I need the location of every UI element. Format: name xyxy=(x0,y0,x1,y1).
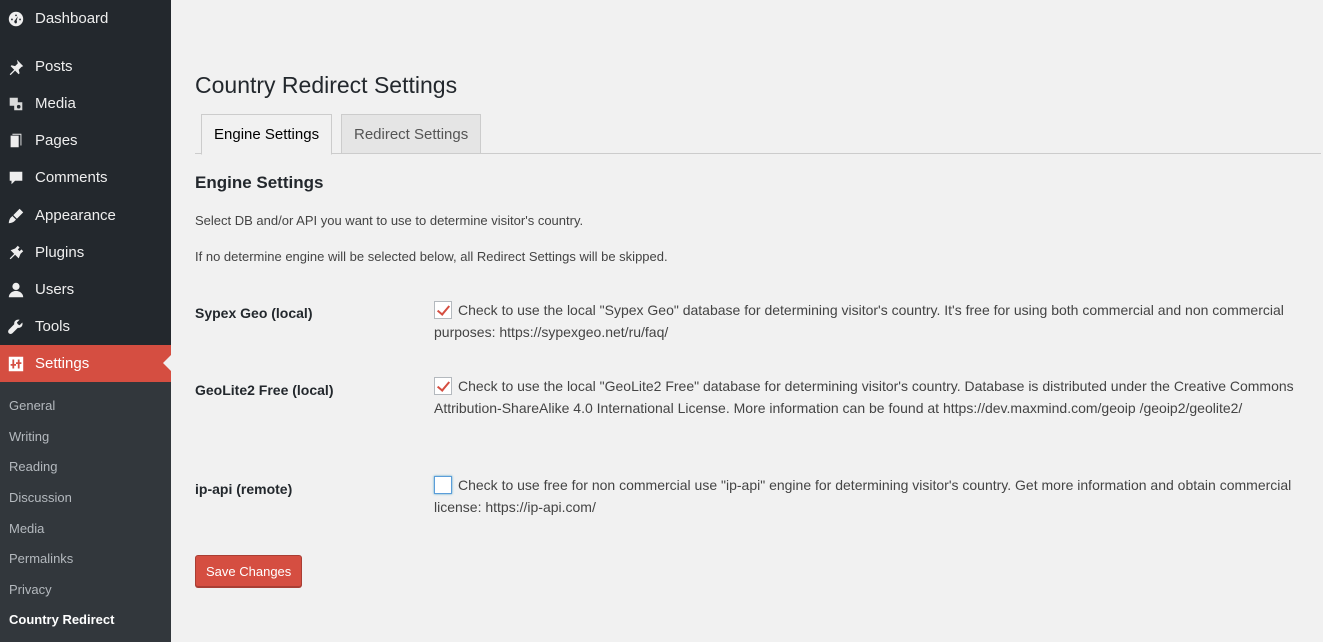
settings-submenu: General Writing Reading Discussion Media… xyxy=(0,382,171,642)
submenu-item-writing[interactable]: Writing xyxy=(9,429,49,444)
sidebar-item-pages[interactable]: Pages xyxy=(0,122,171,159)
sidebar-item-label: Users xyxy=(35,281,75,298)
sidebar-item-appearance[interactable]: Appearance xyxy=(0,197,171,234)
sidebar-item-label: Pages xyxy=(35,132,78,149)
submenu-item-media[interactable]: Media xyxy=(9,521,44,536)
sidebar-item-label: Tools xyxy=(35,318,71,335)
wrench-icon xyxy=(6,317,26,337)
ip-api-label: ip-api (remote) xyxy=(195,481,293,497)
sidebar-item-label: Settings xyxy=(35,355,90,372)
sidebar-item-posts[interactable]: Posts xyxy=(0,48,171,85)
sypex-geo-label: Sypex Geo (local) xyxy=(195,305,313,321)
submenu-item-privacy[interactable]: Privacy xyxy=(9,582,52,597)
plug-icon xyxy=(6,243,26,263)
pages-icon xyxy=(6,131,26,151)
sidebar-item-label: Media xyxy=(35,95,76,112)
sidebar-item-label: Dashboard xyxy=(35,10,109,27)
submenu-item-general[interactable]: General xyxy=(9,398,55,413)
submenu-item-country-redirect[interactable]: Country Redirect xyxy=(9,612,114,627)
user-icon xyxy=(6,280,26,300)
settings-icon xyxy=(6,354,26,374)
tab-bar: Engine Settings Redirect Settings xyxy=(195,114,1321,155)
sidebar-item-label: Appearance xyxy=(35,207,116,224)
ip-api-description: Check to use free for non commercial use… xyxy=(434,477,1292,515)
admin-sidebar: Dashboard Posts Media Pages Comments App… xyxy=(0,0,171,642)
sidebar-item-settings[interactable]: Settings xyxy=(0,345,171,382)
submenu-item-discussion[interactable]: Discussion xyxy=(9,490,72,505)
dashboard-icon xyxy=(6,9,26,29)
geolite2-field: Check to use the local "GeoLite2 Free" d… xyxy=(434,375,1304,419)
geolite2-description: Check to use the local "GeoLite2 Free" d… xyxy=(434,378,1294,416)
pin-icon xyxy=(6,57,26,77)
sidebar-item-label: Posts xyxy=(35,58,73,75)
sidebar-item-dashboard[interactable]: Dashboard xyxy=(0,0,171,37)
section-title: Engine Settings xyxy=(195,173,324,192)
geolite2-label: GeoLite2 Free (local) xyxy=(195,382,334,398)
comment-icon xyxy=(6,168,26,188)
sidebar-item-label: Comments xyxy=(35,169,108,186)
sidebar-item-media[interactable]: Media xyxy=(0,85,171,122)
submenu-item-reading[interactable]: Reading xyxy=(9,459,57,474)
sidebar-item-comments[interactable]: Comments xyxy=(0,159,171,196)
sypex-geo-field: Check to use the local "Sypex Geo" datab… xyxy=(434,299,1304,343)
submenu-item-permalinks[interactable]: Permalinks xyxy=(9,551,73,566)
geolite2-checkbox[interactable] xyxy=(434,377,452,395)
ip-api-field: Check to use free for non commercial use… xyxy=(434,474,1304,518)
sypex-geo-checkbox[interactable] xyxy=(434,301,452,319)
sidebar-item-tools[interactable]: Tools xyxy=(0,308,171,345)
description-line-2: If no determine engine will be selected … xyxy=(195,249,668,264)
sypex-geo-description: Check to use the local "Sypex Geo" datab… xyxy=(434,302,1284,340)
page-title: Country Redirect Settings xyxy=(195,72,458,98)
sidebar-item-users[interactable]: Users xyxy=(0,271,171,308)
sidebar-item-plugins[interactable]: Plugins xyxy=(0,234,171,271)
description-line-1: Select DB and/or API you want to use to … xyxy=(195,213,584,228)
save-changes-button[interactable]: Save Changes xyxy=(195,555,303,587)
tab-redirect-settings[interactable]: Redirect Settings xyxy=(341,114,482,154)
media-icon xyxy=(6,94,26,114)
brush-icon xyxy=(6,206,26,226)
sidebar-item-label: Plugins xyxy=(35,244,85,261)
tab-engine-settings[interactable]: Engine Settings xyxy=(201,114,333,155)
ip-api-checkbox[interactable] xyxy=(434,476,452,494)
